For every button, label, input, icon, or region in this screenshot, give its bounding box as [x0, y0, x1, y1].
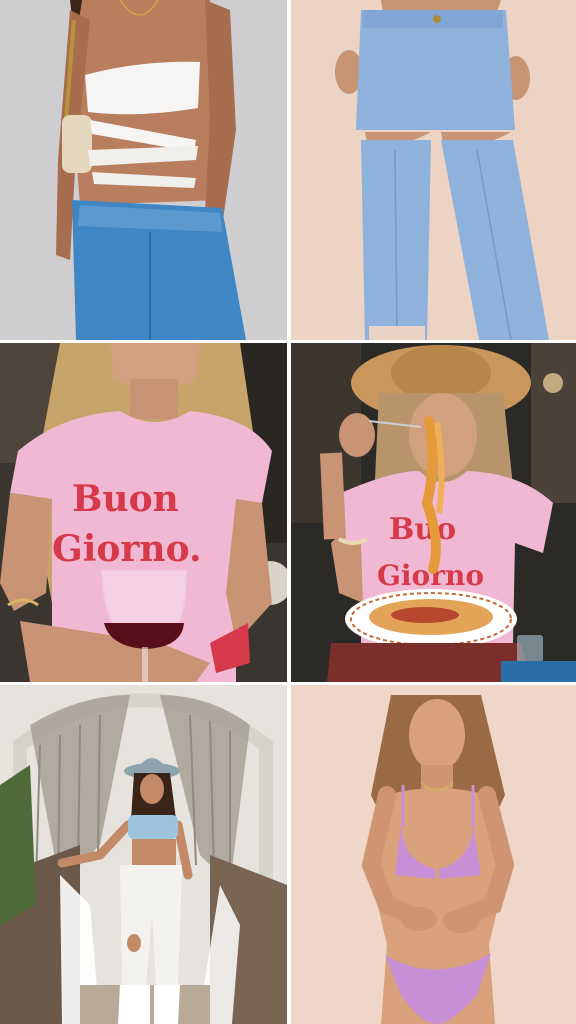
photo-white-wrap-top-illustration: [0, 0, 287, 340]
shirt-print-line-1: Buon: [72, 478, 179, 520]
photo-pink-shirt-spaghetti[interactable]: Buo Giorno: [291, 343, 576, 682]
photo-boho-outfit-illustration: [0, 685, 287, 1024]
shirt-print-line-2: Giorno.: [52, 528, 201, 570]
photo-pink-shirt-wine[interactable]: Buon Giorno.: [0, 343, 287, 682]
photo-lilac-bikini-illustration: [291, 685, 576, 1024]
photo-lilac-bikini[interactable]: [291, 685, 576, 1024]
photo-pink-shirt-spaghetti-illustration: Buo Giorno: [291, 343, 576, 682]
photo-cutout-jeans-illustration: [291, 0, 576, 340]
photo-white-wrap-top[interactable]: [0, 0, 287, 340]
photo-pink-shirt-wine-illustration: Buon Giorno.: [0, 343, 287, 682]
shirt-print-2-line-1: Buo: [389, 512, 456, 547]
photo-boho-outfit[interactable]: [0, 685, 287, 1024]
photo-collage: Buon Giorno. Buo Giorno: [0, 0, 576, 1024]
photo-cutout-jeans[interactable]: [291, 0, 576, 340]
